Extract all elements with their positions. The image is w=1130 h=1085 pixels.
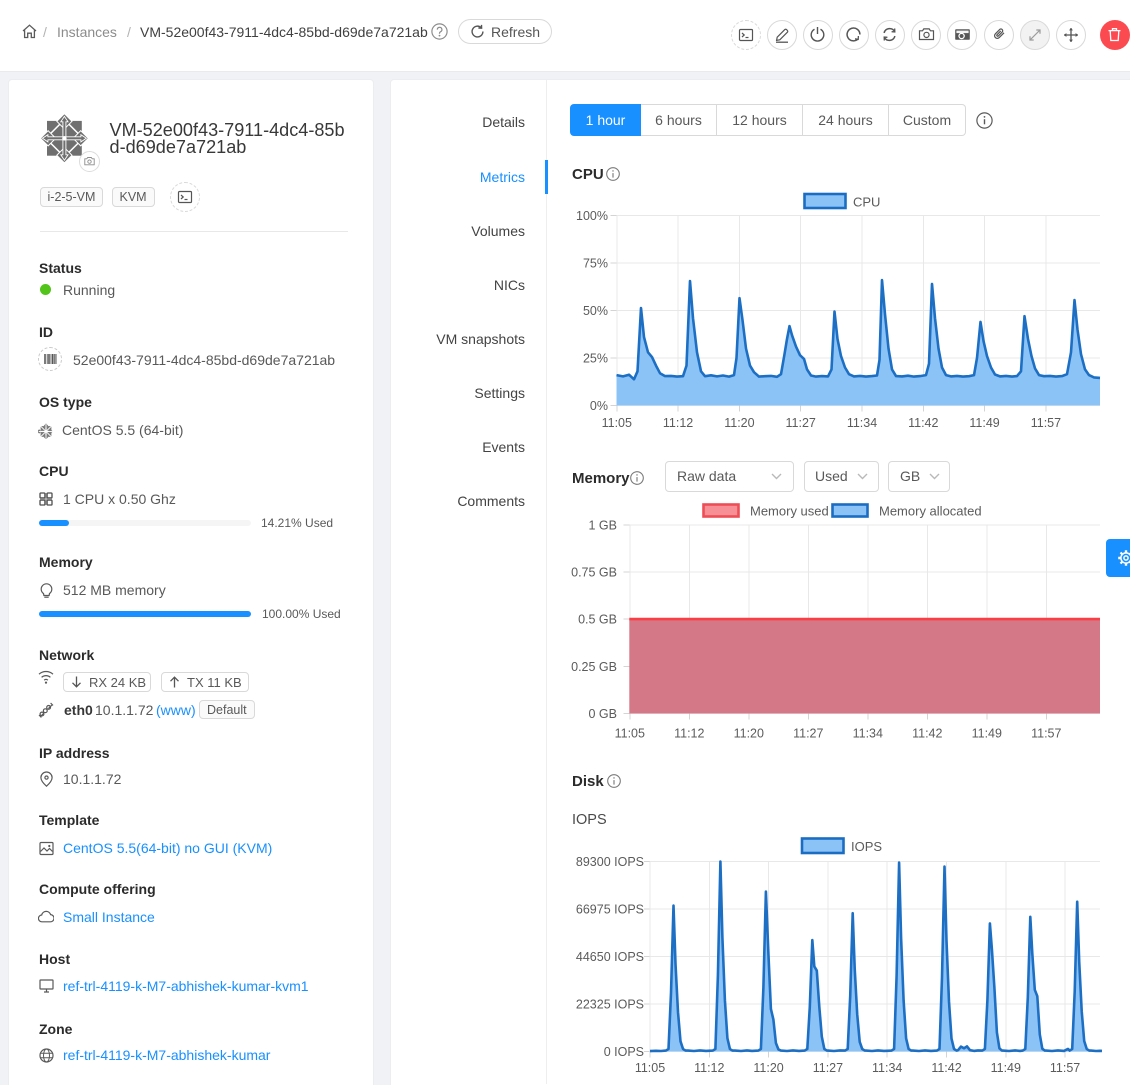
svg-text:Memory used: Memory used (750, 504, 829, 519)
svg-text:11:49: 11:49 (991, 1061, 1021, 1075)
svg-text:11:05: 11:05 (615, 727, 645, 741)
svg-text:11:27: 11:27 (813, 1061, 843, 1075)
svg-text:11:42: 11:42 (908, 416, 938, 430)
svg-text:100%: 100% (576, 209, 608, 223)
svg-text:0.5 GB: 0.5 GB (578, 613, 617, 627)
svg-text:11:05: 11:05 (602, 416, 632, 430)
svg-text:0 IOPS: 0 IOPS (604, 1045, 644, 1059)
svg-text:50%: 50% (583, 304, 608, 318)
svg-text:IOPS: IOPS (851, 839, 882, 854)
svg-text:89300 IOPS: 89300 IOPS (576, 855, 644, 869)
svg-text:44650 IOPS: 44650 IOPS (576, 950, 644, 964)
svg-text:11:42: 11:42 (912, 727, 942, 741)
svg-text:11:57: 11:57 (1031, 727, 1061, 741)
svg-text:11:27: 11:27 (793, 727, 823, 741)
svg-text:11:12: 11:12 (674, 727, 704, 741)
svg-text:11:49: 11:49 (972, 727, 1002, 741)
svg-text:0 GB: 0 GB (589, 707, 618, 721)
svg-text:11:42: 11:42 (931, 1061, 961, 1075)
svg-text:66975 IOPS: 66975 IOPS (576, 903, 644, 917)
svg-text:11:34: 11:34 (847, 416, 877, 430)
svg-text:11:34: 11:34 (872, 1061, 902, 1075)
svg-text:11:49: 11:49 (969, 416, 999, 430)
svg-text:11:20: 11:20 (753, 1061, 783, 1075)
svg-text:11:20: 11:20 (724, 416, 754, 430)
svg-text:75%: 75% (583, 257, 608, 271)
svg-text:0.75 GB: 0.75 GB (571, 566, 617, 580)
svg-text:11:12: 11:12 (694, 1061, 724, 1075)
svg-text:0%: 0% (590, 399, 608, 413)
svg-text:11:05: 11:05 (635, 1061, 665, 1075)
svg-text:0.25 GB: 0.25 GB (571, 660, 617, 674)
svg-text:11:12: 11:12 (663, 416, 693, 430)
svg-text:11:27: 11:27 (786, 416, 816, 430)
svg-text:Memory allocated: Memory allocated (879, 504, 982, 519)
svg-text:1 GB: 1 GB (589, 518, 618, 532)
svg-text:25%: 25% (583, 352, 608, 366)
svg-text:CPU: CPU (853, 195, 880, 210)
svg-text:11:57: 11:57 (1031, 416, 1061, 430)
svg-text:11:57: 11:57 (1050, 1061, 1080, 1075)
svg-text:11:20: 11:20 (734, 727, 764, 741)
svg-text:11:34: 11:34 (853, 727, 883, 741)
svg-text:22325 IOPS: 22325 IOPS (576, 998, 644, 1012)
